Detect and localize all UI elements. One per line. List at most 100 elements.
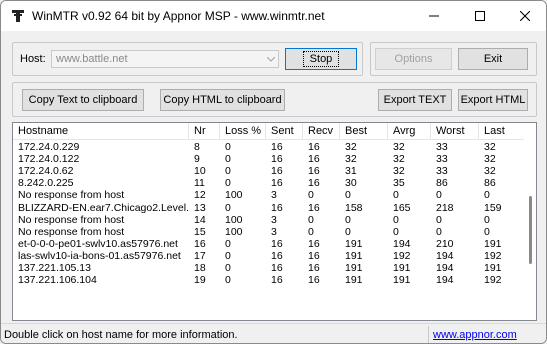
cell-last: 86 [484, 177, 496, 190]
cell-sent: 3 [271, 225, 277, 238]
trace-results-list[interactable]: Hostname Nr Loss % Sent Recv Best Avrg Worst Las… [12, 122, 537, 321]
cell-nr: 10 [194, 165, 206, 178]
cell-recv: 16 [308, 201, 320, 214]
cell-hostname: 172.24.0.122 [18, 153, 80, 166]
column-header-sent[interactable]: Sent [266, 123, 303, 140]
cell-nr: 16 [194, 237, 206, 250]
copy-html-button[interactable]: Copy HTML to clipboard [160, 89, 285, 111]
column-header-nr[interactable]: Nr [189, 123, 220, 140]
cell-nr: 17 [194, 249, 206, 262]
column-header-last[interactable]: Last [479, 123, 525, 140]
table-row[interactable]: 137.221.105.13 18 0 16 16 191 191 194 191 [13, 262, 525, 274]
table-row[interactable]: 172.24.0.62 10 0 16 16 31 32 33 32 [13, 165, 525, 177]
vertical-scrollbar[interactable] [524, 123, 536, 320]
column-header-recv[interactable]: Recv [303, 123, 340, 140]
cell-recv: 16 [308, 141, 320, 153]
export-text-button[interactable]: Export TEXT [378, 89, 452, 111]
cell-loss: 0 [225, 177, 231, 190]
cell-last: 191 [484, 237, 502, 250]
cell-hostname: No response from host [18, 213, 125, 226]
table-row[interactable]: BLIZZARD-EN.ear7.Chicago2.Level... 13 0 16 1… [13, 202, 525, 214]
cell-loss: 0 [225, 249, 231, 262]
table-row[interactable]: 172.24.0.229 8 0 16 16 32 32 33 32 [13, 141, 525, 153]
cell-avrg: 191 [393, 262, 411, 274]
minimize-button[interactable] [411, 1, 456, 31]
cell-sent: 16 [271, 177, 283, 190]
cell-hostname: BLIZZARD-EN.ear7.Chicago2.Level... [18, 201, 189, 214]
cell-worst: 0 [436, 189, 442, 202]
cell-best: 191 [345, 249, 363, 262]
cell-recv: 16 [308, 177, 320, 190]
cell-nr: 9 [194, 153, 200, 166]
exit-button-label: Exit [483, 53, 503, 65]
cell-nr: 19 [194, 274, 206, 287]
stop-button[interactable]: Stop [285, 48, 357, 70]
chevron-down-icon[interactable] [266, 54, 276, 64]
column-header-worst[interactable]: Worst [431, 123, 479, 140]
cell-worst: 33 [436, 153, 448, 166]
minimize-icon [428, 15, 439, 17]
cell-recv: 16 [308, 249, 320, 262]
cell-best: 158 [345, 201, 363, 214]
table-row[interactable]: 137.221.106.104 19 0 16 16 191 191 194 192 [13, 274, 525, 286]
cell-avrg: 192 [393, 249, 411, 262]
cell-sent: 16 [271, 262, 283, 274]
cell-best: 0 [345, 225, 351, 238]
cell-recv: 0 [308, 213, 314, 226]
cell-worst: 86 [436, 177, 448, 190]
cell-nr: 8 [194, 141, 200, 153]
cell-avrg: 194 [393, 237, 411, 250]
cell-nr: 11 [194, 177, 205, 190]
appnor-link[interactable]: www.appnor.com [433, 329, 517, 341]
column-header-hostname[interactable]: Hostname [13, 123, 189, 140]
cell-last: 159 [484, 201, 502, 214]
cell-worst: 218 [436, 201, 454, 214]
copy-text-button[interactable]: Copy Text to clipboard [22, 89, 144, 111]
status-text: Double click on host name for more infor… [4, 329, 238, 341]
table-row[interactable]: No response from host 15 100 3 0 0 0 0 0 [13, 226, 525, 238]
cell-worst: 33 [436, 165, 448, 178]
column-header-best[interactable]: Best [340, 123, 388, 140]
cell-loss: 0 [225, 262, 231, 274]
cell-loss: 0 [225, 274, 231, 287]
cell-sent: 16 [271, 165, 283, 178]
table-row[interactable]: 8.242.0.225 11 0 16 16 30 35 86 86 [13, 177, 525, 189]
cell-avrg: 0 [393, 189, 399, 202]
cell-last: 191 [484, 262, 502, 274]
cell-worst: 0 [436, 225, 442, 238]
cell-hostname: et-0-0-0-pe01-swlv10.as57976.net [18, 237, 178, 250]
table-row[interactable]: las-swlv10-ia-bons-01.as57976.net 17 0 16 16… [13, 250, 525, 262]
cell-worst: 0 [436, 213, 442, 226]
winmtr-window: WinMTR v0.92 64 bit by Appnor MSP - www.… [0, 0, 547, 344]
maximize-button[interactable] [457, 1, 502, 31]
cell-avrg: 32 [393, 153, 405, 166]
table-row[interactable]: et-0-0-0-pe01-swlv10.as57976.net 16 0 16 16 1… [13, 238, 525, 250]
table-row[interactable]: 172.24.0.122 9 0 16 16 32 32 33 32 [13, 153, 525, 165]
cell-recv: 16 [308, 153, 320, 166]
cell-worst: 194 [436, 274, 454, 287]
cell-hostname: 8.242.0.225 [18, 177, 74, 190]
host-combobox[interactable]: www.battle.net [51, 50, 279, 68]
exit-button[interactable]: Exit [458, 48, 528, 70]
cell-recv: 0 [308, 189, 314, 202]
cell-hostname: 172.24.0.229 [18, 141, 80, 153]
cell-sent: 16 [271, 153, 283, 166]
export-html-button[interactable]: Export HTML [458, 89, 528, 111]
cell-avrg: 191 [393, 274, 411, 287]
cell-best: 191 [345, 274, 363, 287]
export-html-button-label: Export HTML [460, 94, 526, 106]
table-row[interactable]: No response from host 14 100 3 0 0 0 0 0 [13, 214, 525, 226]
cell-avrg: 0 [393, 225, 399, 238]
window-title: WinMTR v0.92 64 bit by Appnor MSP - www.… [32, 9, 325, 23]
cell-avrg: 32 [393, 141, 405, 153]
column-header-avrg[interactable]: Avrg [388, 123, 431, 140]
close-window-button[interactable] [502, 1, 546, 31]
table-row[interactable]: No response from host 12 100 3 0 0 0 0 0 [13, 189, 525, 201]
column-header-loss[interactable]: Loss % [220, 123, 266, 140]
close-icon [519, 11, 530, 21]
cell-recv: 16 [308, 165, 320, 178]
cell-best: 0 [345, 213, 351, 226]
scrollbar-thumb[interactable] [529, 196, 532, 264]
cell-recv: 16 [308, 237, 320, 250]
title-bar: WinMTR v0.92 64 bit by Appnor MSP - www.… [1, 1, 546, 31]
